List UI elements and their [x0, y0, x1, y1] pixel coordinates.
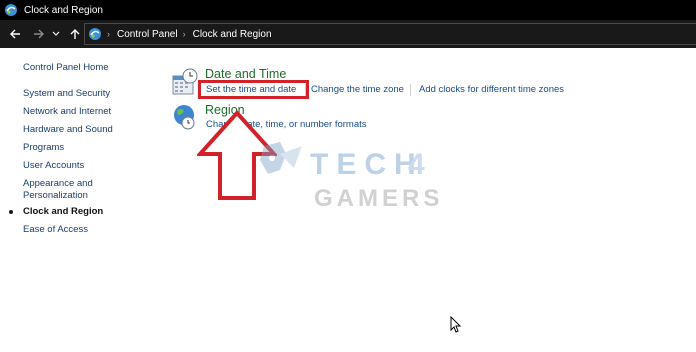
up-arrow-icon[interactable] — [66, 25, 84, 43]
back-arrow-icon[interactable] — [6, 25, 24, 43]
sidebar-item-appearance-line2[interactable]: Personalization — [23, 190, 88, 202]
watermark-digit: 4 — [408, 148, 425, 181]
sidebar-item-network-and-internet[interactable]: Network and Internet — [23, 106, 111, 118]
highlight-box — [198, 80, 309, 99]
sidebar-item-ease-of-access[interactable]: Ease of Access — [23, 224, 88, 236]
breadcrumb-control-panel[interactable]: Control Panel — [117, 29, 178, 40]
sidebar-item-system-and-security[interactable]: System and Security — [23, 88, 110, 100]
sidebar-item-appearance-line1[interactable]: Appearance and — [23, 178, 93, 190]
address-bar[interactable]: › Control Panel › Clock and Region — [84, 23, 696, 45]
date-and-time-title[interactable]: Date and Time — [205, 67, 286, 81]
control-panel-icon — [89, 28, 101, 40]
breadcrumb-clock-and-region[interactable]: Clock and Region — [193, 29, 272, 40]
chevron-right-icon: › — [182, 29, 186, 39]
sidebar-item-hardware-and-sound[interactable]: Hardware and Sound — [23, 124, 113, 136]
link-separator — [410, 84, 411, 96]
recent-locations-chevron-icon[interactable] — [50, 25, 62, 43]
sidebar: Control Panel Home System and Security N… — [0, 48, 150, 352]
forward-arrow-icon[interactable] — [30, 25, 48, 43]
mouse-cursor-icon — [450, 316, 462, 333]
tech4gamers-logo: TECH 4 GAMERS — [260, 142, 443, 210]
watermark-gamers: GAMERS — [314, 185, 443, 210]
add-clocks-link[interactable]: Add clocks for different time zones — [419, 84, 564, 95]
navigation-bar: › Control Panel › Clock and Region — [0, 20, 696, 48]
window-title: Clock and Region — [24, 4, 103, 16]
sidebar-item-user-accounts[interactable]: User Accounts — [23, 160, 84, 172]
globe-clock-icon[interactable] — [172, 103, 198, 131]
watermark-tech: TECH — [310, 148, 424, 181]
sidebar-item-programs[interactable]: Programs — [23, 142, 64, 154]
chevron-right-icon: › — [107, 29, 110, 39]
sidebar-item-control-panel-home[interactable]: Control Panel Home — [23, 62, 109, 74]
sidebar-item-clock-and-region[interactable]: Clock and Region — [23, 206, 103, 218]
change-time-zone-link[interactable]: Change the time zone — [311, 84, 404, 95]
title-bar: Clock and Region — [0, 0, 696, 20]
calendar-clock-icon[interactable] — [172, 68, 198, 96]
active-bullet-icon — [9, 210, 13, 214]
control-panel-icon — [5, 4, 17, 16]
